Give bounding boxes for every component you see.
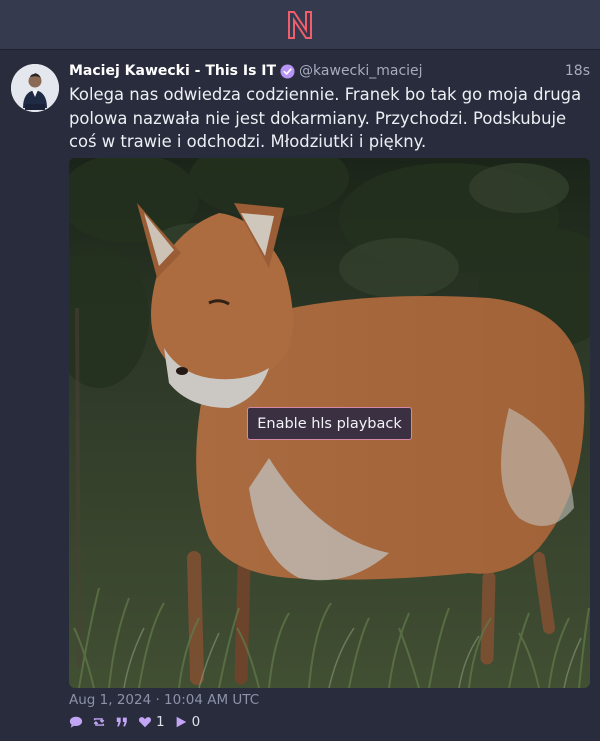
heart-icon <box>138 717 152 728</box>
like-button[interactable]: 1 <box>138 714 165 730</box>
repost-button[interactable] <box>92 715 106 729</box>
quote-icon <box>116 717 127 727</box>
post[interactable]: Maciej Kawecki - This Is IT @kawecki_mac… <box>0 51 600 741</box>
reply-button[interactable] <box>69 715 83 729</box>
post-actions: 1 0 <box>69 713 209 731</box>
post-text: Kolega nas odwiedza codziennie. Franek b… <box>69 85 582 151</box>
avatar[interactable] <box>11 64 59 112</box>
reply-bubble-icon <box>69 716 83 728</box>
app-logo-icon[interactable] <box>285 8 315 42</box>
enable-hls-playback-button[interactable]: Enable hls playback <box>247 407 412 440</box>
quote-button[interactable] <box>115 715 129 729</box>
author-name[interactable]: Maciej Kawecki - This Is IT <box>69 61 276 81</box>
views-button[interactable]: 0 <box>174 714 201 730</box>
like-count: 1 <box>156 714 165 730</box>
author-handle[interactable]: @kawecki_maciej <box>299 61 423 81</box>
top-bar: N <box>0 0 600 50</box>
repost-icon <box>93 718 105 726</box>
post-timestamp[interactable]: Aug 1, 2024 · 10:04 AM UTC <box>69 692 259 708</box>
play-views-icon <box>176 716 186 728</box>
views-count: 0 <box>191 714 201 730</box>
post-header: Maciej Kawecki - This Is IT @kawecki_mac… <box>69 61 590 81</box>
video-thumbnail[interactable]: Enable hls playback <box>69 158 590 688</box>
verified-check-icon <box>280 63 295 79</box>
post-relative-time[interactable]: 18s <box>565 61 590 81</box>
